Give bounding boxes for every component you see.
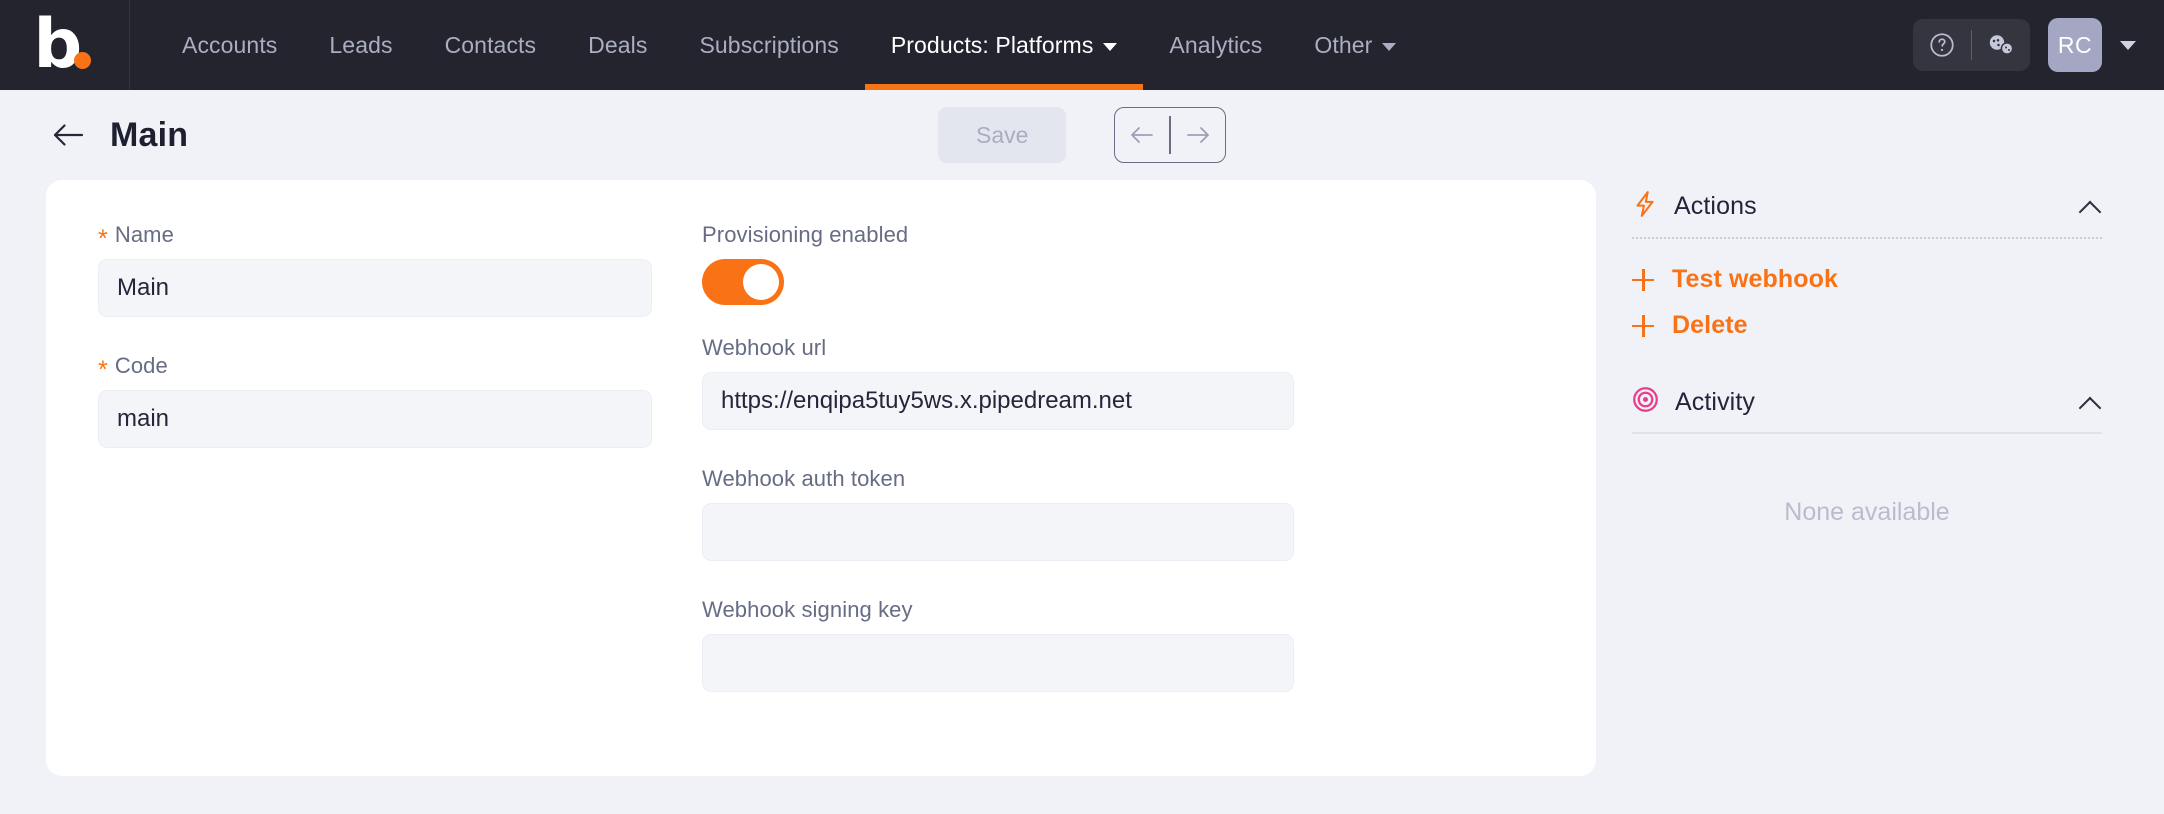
field-provisioning-enabled: Provisioning enabled — [702, 222, 1256, 305]
activity-panel-divider — [1632, 432, 2102, 434]
label-text: Webhook url — [702, 335, 826, 361]
page-header-actions: Save — [0, 107, 2164, 163]
nav-item-deals[interactable]: Deals — [562, 0, 673, 90]
logo-mark: b — [34, 14, 96, 76]
activity-panel: Activity None available — [1632, 386, 2102, 527]
lightning-bolt-icon — [1632, 190, 1658, 223]
activity-panel-header[interactable]: Activity — [1632, 386, 2102, 432]
field-webhook-auth-token: Webhook auth token — [702, 466, 1256, 561]
nav-item-other[interactable]: Other — [1288, 0, 1422, 90]
action-delete[interactable]: Delete — [1632, 311, 2102, 340]
actions-panel: Actions Test webhook Delete — [1632, 190, 2102, 340]
nav-label: Analytics — [1169, 32, 1262, 59]
field-code: * Code — [98, 353, 652, 448]
nav-item-contacts[interactable]: Contacts — [419, 0, 563, 90]
nav-label: Deals — [588, 32, 647, 59]
page-content: * Name * Code Provisioning enabled — [0, 180, 2164, 776]
plus-icon — [1632, 315, 1654, 337]
actions-panel-header[interactable]: Actions — [1632, 190, 2102, 237]
app-logo[interactable]: b — [0, 0, 130, 90]
nav-label: Products: Platforms — [891, 32, 1094, 59]
main-nav: Accounts Leads Contacts Deals Subscripti… — [130, 0, 1913, 90]
page-title: Main — [110, 116, 188, 155]
nav-item-leads[interactable]: Leads — [303, 0, 418, 90]
nav-item-products-platforms[interactable]: Products: Platforms — [865, 0, 1144, 90]
field-name: * Name — [98, 222, 652, 317]
chevron-down-icon — [1103, 43, 1117, 51]
field-label-code: * Code — [98, 353, 652, 379]
help-icon[interactable] — [1927, 30, 1957, 60]
provisioning-enabled-toggle[interactable] — [702, 259, 784, 305]
field-label-provisioning: Provisioning enabled — [702, 222, 1256, 248]
field-webhook-url: Webhook url — [702, 335, 1256, 430]
right-sidebar: Actions Test webhook Delete — [1632, 180, 2102, 776]
action-label: Test webhook — [1672, 265, 1838, 294]
top-navigation-bar: b Accounts Leads Contacts Deals Subscrip… — [0, 0, 2164, 90]
webhook-signing-key-input[interactable] — [702, 634, 1294, 692]
nav-utilities: RC — [1913, 0, 2164, 90]
user-menu-chevron-down-icon[interactable] — [2120, 41, 2136, 50]
actions-panel-title: Actions — [1674, 192, 2064, 221]
utility-divider — [1971, 30, 1972, 60]
back-button[interactable] — [46, 113, 90, 157]
logo-dot-icon — [74, 52, 91, 69]
nav-label: Accounts — [182, 32, 277, 59]
nav-item-subscriptions[interactable]: Subscriptions — [673, 0, 864, 90]
form-column-right: Provisioning enabled Webhook url Webhook… — [702, 222, 1256, 728]
next-record-button[interactable] — [1171, 108, 1225, 162]
activity-panel-title: Activity — [1675, 388, 2064, 417]
save-button[interactable]: Save — [938, 107, 1066, 163]
label-text: Code — [115, 353, 168, 379]
previous-record-button[interactable] — [1115, 108, 1169, 162]
actions-panel-divider — [1632, 237, 2102, 239]
chevron-up-icon[interactable] — [2080, 396, 2102, 409]
plus-icon — [1632, 269, 1654, 291]
nav-item-accounts[interactable]: Accounts — [156, 0, 303, 90]
field-label-webhook-signing-key: Webhook signing key — [702, 597, 1256, 623]
label-text: Webhook auth token — [702, 466, 905, 492]
logo-letter: b — [34, 5, 81, 84]
nav-label: Contacts — [445, 32, 537, 59]
avatar-initials: RC — [2058, 32, 2092, 59]
nav-item-analytics[interactable]: Analytics — [1143, 0, 1288, 90]
chevron-up-icon[interactable] — [2080, 200, 2102, 213]
utility-button-group — [1913, 19, 2030, 71]
nav-label: Other — [1314, 32, 1372, 59]
label-text: Provisioning enabled — [702, 222, 908, 248]
target-icon — [1632, 386, 1659, 418]
code-input[interactable] — [98, 390, 652, 448]
action-test-webhook[interactable]: Test webhook — [1632, 265, 2102, 294]
label-text: Name — [115, 222, 174, 248]
nav-label: Subscriptions — [699, 32, 838, 59]
form-column-left: * Name * Code — [98, 222, 652, 728]
toggle-knob — [743, 264, 779, 300]
field-label-webhook-auth-token: Webhook auth token — [702, 466, 1256, 492]
page-header: Main Save — [0, 90, 2164, 180]
name-input[interactable] — [98, 259, 652, 317]
action-label: Delete — [1672, 311, 1748, 340]
field-label-webhook-url: Webhook url — [702, 335, 1256, 361]
record-form-card: * Name * Code Provisioning enabled — [46, 180, 1596, 776]
record-pager — [1114, 107, 1226, 163]
nav-label: Leads — [329, 32, 392, 59]
chevron-down-icon — [1382, 43, 1396, 51]
webhook-auth-token-input[interactable] — [702, 503, 1294, 561]
activity-empty-state: None available — [1632, 460, 2102, 527]
field-webhook-signing-key: Webhook signing key — [702, 597, 1256, 692]
label-text: Webhook signing key — [702, 597, 913, 623]
user-avatar[interactable]: RC — [2048, 18, 2102, 72]
chat-bubbles-icon[interactable] — [1986, 30, 2016, 60]
field-label-name: * Name — [98, 222, 652, 248]
webhook-url-input[interactable] — [702, 372, 1294, 430]
